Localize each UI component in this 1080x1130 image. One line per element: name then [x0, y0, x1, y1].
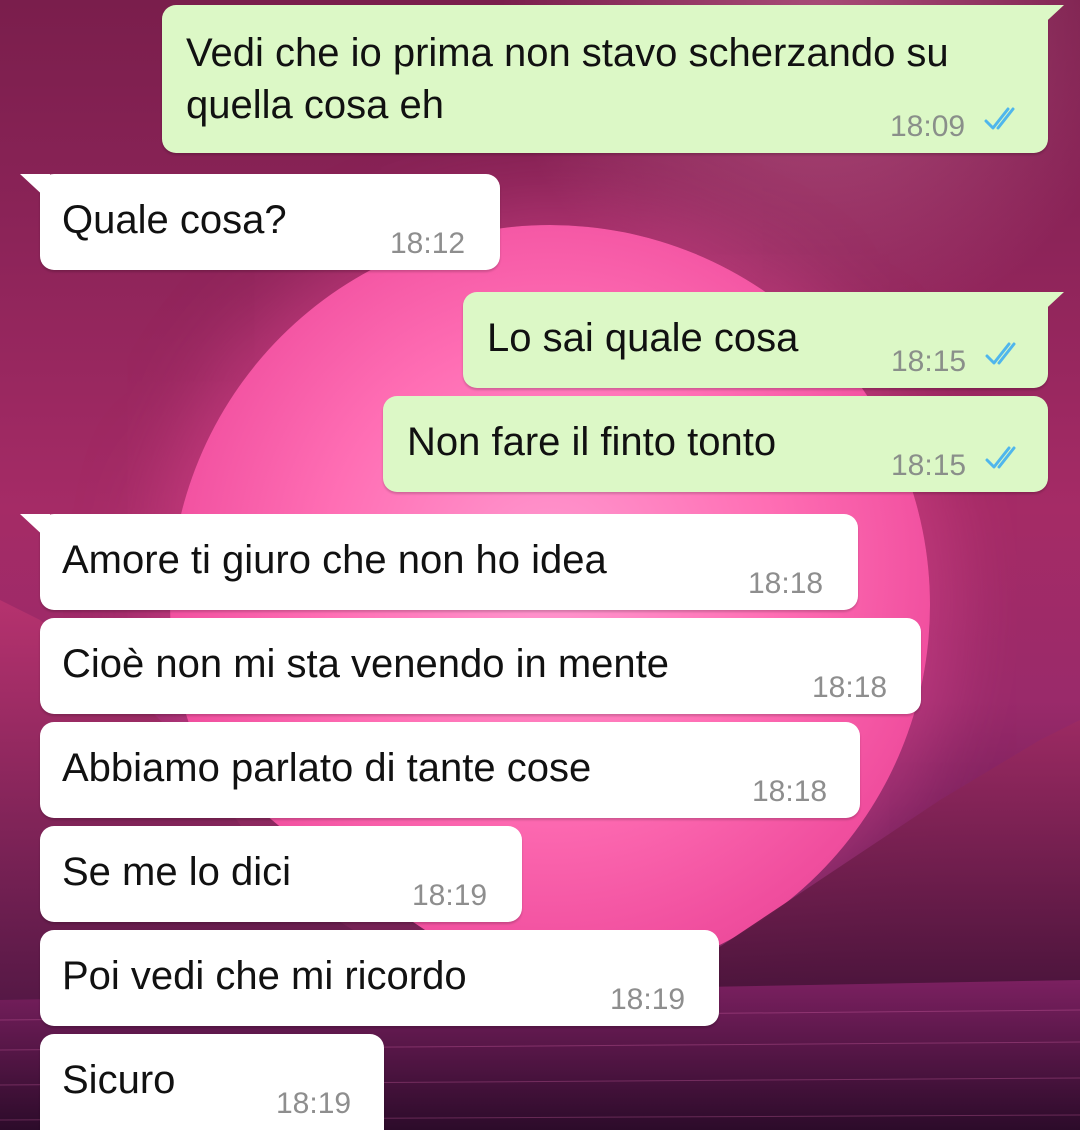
message-text: Abbiamo parlato di tante cose	[62, 746, 592, 790]
message-list[interactable]: Vedi che io prima non stavo scherzando s…	[0, 0, 1080, 1130]
double-check-icon	[984, 107, 1015, 130]
message-text: quella cosa eh	[186, 83, 444, 127]
incoming-message[interactable]: Se me lo dici 18:19	[40, 826, 522, 922]
incoming-message[interactable]: Sicuro 18:19	[40, 1034, 384, 1130]
message-text: Vedi che io prima non stavo scherzando s…	[186, 31, 949, 75]
message-text: Poi vedi che mi ricordo	[62, 954, 467, 998]
bubble-tail	[1034, 292, 1064, 318]
outgoing-message[interactable]: Lo sai quale cosa 18:15	[463, 292, 1064, 388]
message-time: 18:15	[891, 345, 967, 378]
message-time: 18:19	[276, 1087, 352, 1120]
message-text: Non fare il finto tonto	[407, 420, 777, 464]
message-text: Cioè non mi sta venendo in mente	[62, 642, 670, 686]
message-text: Sicuro	[62, 1058, 176, 1102]
message-time: 18:18	[748, 567, 824, 600]
message-time: 18:12	[390, 227, 466, 260]
message-text: Lo sai quale cosa	[487, 316, 799, 360]
double-check-icon	[985, 342, 1016, 365]
message-time: 18:19	[610, 983, 686, 1016]
bubble-tail	[20, 174, 50, 200]
bubble-tail	[1034, 5, 1064, 31]
message-time: 18:19	[412, 879, 488, 912]
message-time: 18:18	[812, 671, 888, 704]
incoming-message[interactable]: Amore ti giuro che non ho idea 18:18	[20, 514, 858, 610]
double-check-icon	[985, 446, 1016, 469]
outgoing-message[interactable]: Non fare il finto tonto 18:15	[383, 396, 1048, 492]
message-text: Se me lo dici	[62, 850, 291, 894]
outgoing-message[interactable]: Vedi che io prima non stavo scherzando s…	[162, 5, 1064, 153]
message-text: Amore ti giuro che non ho idea	[62, 538, 607, 582]
message-time: 18:15	[891, 449, 967, 482]
bubble-tail	[20, 514, 50, 540]
incoming-message[interactable]: Abbiamo parlato di tante cose 18:18	[40, 722, 860, 818]
message-time: 18:09	[890, 110, 966, 143]
incoming-message[interactable]: Poi vedi che mi ricordo 18:19	[40, 930, 719, 1026]
incoming-message[interactable]: Quale cosa? 18:12	[20, 174, 500, 270]
message-time: 18:18	[752, 775, 828, 808]
incoming-message[interactable]: Cioè non mi sta venendo in mente 18:18	[40, 618, 921, 714]
message-text: Quale cosa?	[62, 198, 287, 242]
